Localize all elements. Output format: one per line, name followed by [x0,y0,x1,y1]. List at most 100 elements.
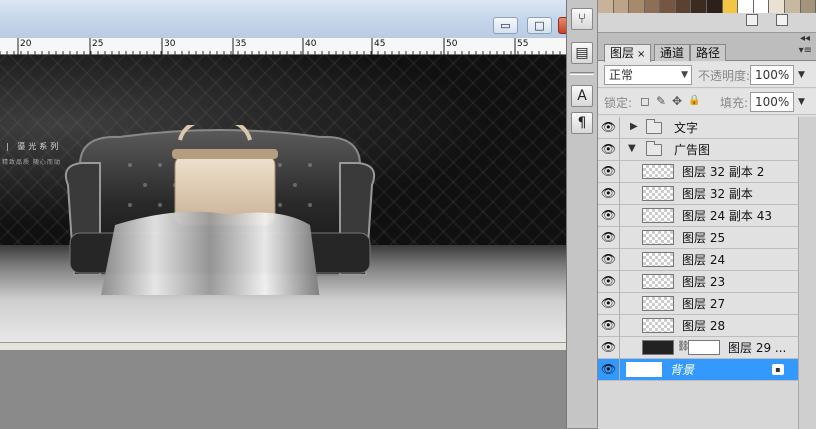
color-swatch[interactable] [613,0,630,13]
layer-name: 图层 24 副本 43 [682,209,772,223]
eye-icon[interactable]: 👁 [598,227,620,249]
layer-name: 图层 28 [682,319,726,333]
clone-source-icon[interactable]: ▤ [571,42,593,64]
layer-row[interactable]: 👁 图层 25 [598,227,798,249]
color-swatch[interactable] [753,0,770,13]
layer-row-masked[interactable]: 👁 ⛓ 图层 29 ... [598,337,798,359]
eye-icon[interactable]: 👁 [598,337,620,359]
opacity-field[interactable]: 100% [750,65,794,85]
color-swatch[interactable] [644,0,661,13]
eye-icon[interactable]: 👁 [598,359,620,381]
fill-arrow-icon[interactable]: ▼ [798,97,805,107]
layer-row[interactable]: 👁 图层 32 副本 2 [598,161,798,183]
ruler-label: 40 [305,39,317,49]
right-dock: ◂◂ 图层 × 通道 路径 ▾≡ 正常 ▼ 不透明度: 100% ▼ 锁定: ◻ … [598,0,816,429]
layer-name: 图层 27 [682,297,726,311]
layer-thumbnail [642,274,674,289]
eye-icon[interactable]: 👁 [598,293,620,315]
horizontal-scrollbar[interactable] [0,342,570,350]
chevron-down-icon[interactable]: ▼ [628,143,636,154]
color-swatch[interactable] [800,0,816,13]
color-swatch[interactable] [769,0,785,13]
image-canvas[interactable]: | 鎏光系列 精致品质 随心而动 [0,55,570,342]
layer-thumbnail [642,252,674,267]
paragraph-panel-icon[interactable]: ¶ [571,112,593,134]
layer-row[interactable]: 👁 图层 27 [598,293,798,315]
eye-icon[interactable]: 👁 [598,271,620,293]
color-swatch[interactable] [707,0,723,13]
sofa-with-handbag-image [64,125,376,295]
character-panel-icon[interactable]: A [571,85,593,107]
document-titlebar[interactable]: ▭ □ [0,0,572,38]
ruler-ticks [0,38,568,55]
lock-fill-row: 锁定: ◻ ✎ ✥ 🔒 填充: 100% ▼ [598,89,816,115]
panel-menu-icon[interactable]: ▾≡ [799,45,812,56]
tab-layers-label: 图层 [610,46,635,60]
layer-thumbnail [642,230,674,245]
eye-icon[interactable]: 👁 [598,249,620,271]
chevron-right-icon[interactable]: ▶ [630,121,638,132]
delete-swatch-icon[interactable] [776,14,788,26]
color-swatch[interactable] [738,0,754,13]
layer-name: 图层 24 [682,253,726,267]
ruler-label: 20 [20,39,32,49]
layer-row[interactable]: 👁 图层 24 [598,249,798,271]
usb-icon[interactable]: ⑂ [571,8,593,30]
lock-all-icon[interactable]: 🔒 [688,95,700,106]
layer-group-ad[interactable]: 👁 ▼ 广告图 [598,139,798,161]
new-swatch-icon[interactable] [746,14,758,26]
opacity-arrow-icon[interactable]: ▼ [798,70,805,80]
ruler-label: 35 [235,39,247,49]
layer-name: 图层 23 [682,275,726,289]
collapse-panels-icon[interactable]: ◂◂ [800,33,810,44]
color-swatch[interactable] [675,0,692,13]
tab-paths[interactable]: 路径 [690,44,727,61]
eye-icon[interactable]: 👁 [598,183,620,205]
color-swatch[interactable] [722,0,739,13]
color-swatch[interactable] [629,0,645,13]
lock-position-icon[interactable]: ✥ [672,94,682,108]
eye-icon[interactable]: 👁 [598,205,620,227]
layer-list: 👁 ▶ 文字 👁 ▼ 广告图 👁 图层 32 副本 2 👁 图层 32 副本 👁… [598,117,816,429]
document-window: ▭ □ 20 25 30 35 40 45 50 55 | 鎏光系列 精致品质 … [0,0,577,350]
maximize-button[interactable]: □ [527,17,552,34]
lock-transparency-icon[interactable]: ◻ [640,94,650,108]
color-swatch[interactable] [784,0,801,13]
eye-icon[interactable]: 👁 [598,315,620,337]
tab-channels[interactable]: 通道 [654,44,691,61]
minimize-button[interactable]: ▭ [493,17,518,34]
maximize-icon: □ [534,19,545,32]
layer-row-background[interactable]: 👁 背景 ▪ [598,359,798,381]
layer-list-scrollbar[interactable] [798,117,816,429]
color-swatch[interactable] [691,0,708,13]
layer-row[interactable]: 👁 图层 28 [598,315,798,337]
fill-field[interactable]: 100% [750,92,794,112]
color-swatch[interactable] [598,0,614,13]
layer-row[interactable]: 👁 图层 24 副本 43 [598,205,798,227]
layer-mask-thumbnail[interactable] [688,340,720,355]
layer-thumbnail [642,318,674,333]
layer-row[interactable]: 👁 图层 23 [598,271,798,293]
fill-label: 填充: [720,96,749,110]
layer-thumbnail [642,164,674,179]
minimize-icon: ▭ [500,19,511,32]
close-tab-icon[interactable]: × [637,49,645,60]
tab-layers[interactable]: 图层 × [604,44,652,62]
blend-mode-select[interactable]: 正常 ▼ [604,65,692,85]
eye-icon[interactable]: 👁 [598,117,620,139]
lock-icon: ▪ [772,364,784,375]
lock-pixels-icon[interactable]: ✎ [656,94,666,108]
swatches-strip[interactable] [598,0,816,13]
ruler-label: 45 [374,39,386,49]
canvas-subline-text: 精致品质 随心而动 [2,159,61,166]
horizontal-ruler[interactable]: 20 25 30 35 40 45 50 55 [0,38,570,55]
blend-mode-value: 正常 [609,68,634,82]
eye-icon[interactable]: 👁 [598,161,620,183]
color-swatch[interactable] [660,0,676,13]
layer-group-text[interactable]: 👁 ▶ 文字 [598,117,798,139]
dock-separator [570,72,594,75]
layer-name: 背景 [670,363,695,377]
layer-row[interactable]: 👁 图层 32 副本 [598,183,798,205]
layer-thumbnail [642,340,674,355]
eye-icon[interactable]: 👁 [598,139,620,161]
